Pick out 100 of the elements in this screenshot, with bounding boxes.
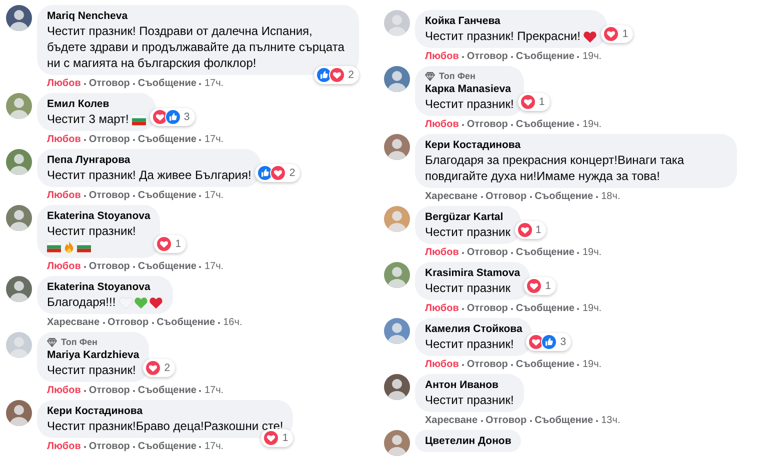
reaction-badge[interactable]: 2 <box>143 359 176 377</box>
timestamp[interactable]: 19ч. <box>582 303 602 314</box>
reaction-link[interactable]: Любов <box>425 51 459 62</box>
reaction-link[interactable]: Любов <box>47 134 81 145</box>
author-name[interactable]: Антон Иванов <box>425 378 514 392</box>
author-name[interactable]: Krasimira Stamova <box>425 266 520 280</box>
reply-link[interactable]: Отговор <box>88 190 130 201</box>
reaction-link[interactable]: Харесване <box>425 191 478 202</box>
reaction-badge[interactable]: 1 <box>518 93 550 111</box>
reaction-link[interactable]: Харесване <box>425 415 478 426</box>
reaction-badge[interactable]: 1 <box>261 429 294 447</box>
reply-link[interactable]: Отговор <box>466 359 508 370</box>
timestamp[interactable]: 17ч. <box>204 441 224 452</box>
avatar-icon[interactable] <box>6 93 32 119</box>
author-name[interactable]: Камелия Стойкова <box>425 322 522 336</box>
avatar-icon[interactable] <box>384 430 410 456</box>
avatar-icon[interactable] <box>384 262 410 288</box>
author-name[interactable]: Mariq Nencheva <box>47 9 349 23</box>
message-link[interactable]: Съобщение <box>516 247 574 258</box>
reply-link[interactable]: Отговор <box>88 385 130 396</box>
author-name[interactable]: Ekaterina Stoyanova <box>47 280 163 294</box>
reply-link[interactable]: Отговор <box>108 317 149 328</box>
reaction-badge[interactable]: 1 <box>601 25 634 43</box>
reply-link[interactable]: Отговор <box>88 261 130 272</box>
reaction-badge[interactable]: 1 <box>514 221 546 239</box>
author-name[interactable]: Ekaterina Stoyanova <box>47 209 150 223</box>
reaction-link[interactable]: Любов <box>425 359 459 370</box>
timestamp[interactable]: 17ч. <box>204 78 224 89</box>
reaction-badge[interactable]: 3 <box>526 333 572 351</box>
message-link[interactable]: Съобщение <box>138 78 196 89</box>
avatar-icon[interactable] <box>6 5 32 31</box>
author-name[interactable]: Пепа Лунгарова <box>47 153 252 167</box>
reaction-link[interactable]: Любов <box>47 385 81 396</box>
reaction-badge[interactable]: 2 <box>255 164 300 182</box>
reaction-link[interactable]: Любов <box>425 303 459 314</box>
avatar-icon[interactable] <box>6 205 32 231</box>
avatar-icon[interactable] <box>384 318 410 344</box>
message-link[interactable]: Съобщение <box>516 51 574 62</box>
heart-icon <box>134 297 148 309</box>
reply-link[interactable]: Отговор <box>88 78 130 89</box>
flag-icon <box>132 114 146 126</box>
message-link[interactable]: Съобщение <box>138 190 196 201</box>
message-link[interactable]: Съобщение <box>516 359 574 370</box>
message-link[interactable]: Съобщение <box>138 385 196 396</box>
comment-text: Благодаря за прекрасния концерт!Винаги така повдигайте духа ни!Имаме нужда за това! <box>425 153 684 183</box>
author-name[interactable]: Bergüzar Kartal <box>425 210 510 224</box>
reaction-badge[interactable]: 1 <box>524 277 556 295</box>
message-link[interactable]: Съобщение <box>138 441 196 452</box>
avatar-icon[interactable] <box>384 374 410 400</box>
reply-link[interactable]: Отговор <box>466 303 508 314</box>
reaction-link[interactable]: Любов <box>47 441 81 452</box>
author-name[interactable]: Карка Manasieva <box>425 82 514 96</box>
message-link[interactable]: Съобщение <box>534 415 594 426</box>
message-link[interactable]: Съобщение <box>138 134 196 145</box>
message-link[interactable]: Съобщение <box>534 191 594 202</box>
reply-link[interactable]: Отговор <box>466 51 508 62</box>
message-link[interactable]: Съобщение <box>138 261 196 272</box>
timestamp[interactable]: 13ч. <box>601 415 620 426</box>
reaction-link[interactable]: Любов <box>425 247 459 258</box>
timestamp[interactable]: 16ч. <box>223 317 242 328</box>
author-name[interactable]: Цветелин Донов <box>425 434 512 448</box>
message-link[interactable]: Съобщение <box>516 303 574 314</box>
reply-link[interactable]: Отговор <box>466 119 508 130</box>
author-name[interactable]: Кери Костадинова <box>425 138 727 152</box>
author-name[interactable]: Кери Костадинова <box>47 404 284 418</box>
timestamp[interactable]: 17ч. <box>204 385 224 396</box>
timestamp[interactable]: 17ч. <box>204 134 224 145</box>
timestamp[interactable]: 17ч. <box>204 261 224 272</box>
reaction-link[interactable]: Любов <box>47 78 81 89</box>
timestamp[interactable]: 18ч. <box>601 191 620 202</box>
avatar-icon[interactable] <box>384 66 410 92</box>
timestamp[interactable]: 19ч. <box>582 359 602 370</box>
reaction-badge[interactable]: 3 <box>150 108 195 126</box>
reply-link[interactable]: Отговор <box>466 247 508 258</box>
reply-link[interactable]: Отговор <box>486 415 527 426</box>
author-name[interactable]: Емил Колев <box>47 97 146 111</box>
reaction-link[interactable]: Любов <box>425 119 459 130</box>
author-name[interactable]: Койка Ганчева <box>425 14 598 28</box>
reaction-link[interactable]: Любов <box>47 190 81 201</box>
timestamp[interactable]: 17ч. <box>204 190 224 201</box>
reply-link[interactable]: Отговор <box>486 191 527 202</box>
timestamp[interactable]: 19ч. <box>582 51 602 62</box>
avatar-icon[interactable] <box>6 149 32 175</box>
reply-link[interactable]: Отговор <box>88 441 130 452</box>
reaction-link[interactable]: Харесване <box>47 317 100 328</box>
avatar-icon[interactable] <box>384 134 410 160</box>
top-fan-label: Топ Фен <box>439 71 476 81</box>
message-link[interactable]: Съобщение <box>516 119 574 130</box>
timestamp[interactable]: 19ч. <box>582 119 602 130</box>
avatar-icon[interactable] <box>6 276 32 302</box>
reaction-badge[interactable]: 1 <box>154 235 186 253</box>
reaction-badge[interactable]: 2 <box>314 66 359 84</box>
comment-text: Честит празник! Да живее България! <box>47 168 252 182</box>
reply-link[interactable]: Отговор <box>88 134 130 145</box>
author-name[interactable]: Mariya Kardzhieva <box>47 348 140 362</box>
avatar-icon[interactable] <box>6 400 32 426</box>
fire-icon <box>62 241 76 253</box>
message-link[interactable]: Съобщение <box>156 317 216 328</box>
timestamp[interactable]: 19ч. <box>582 247 602 258</box>
reaction-link[interactable]: Любов <box>47 261 81 272</box>
